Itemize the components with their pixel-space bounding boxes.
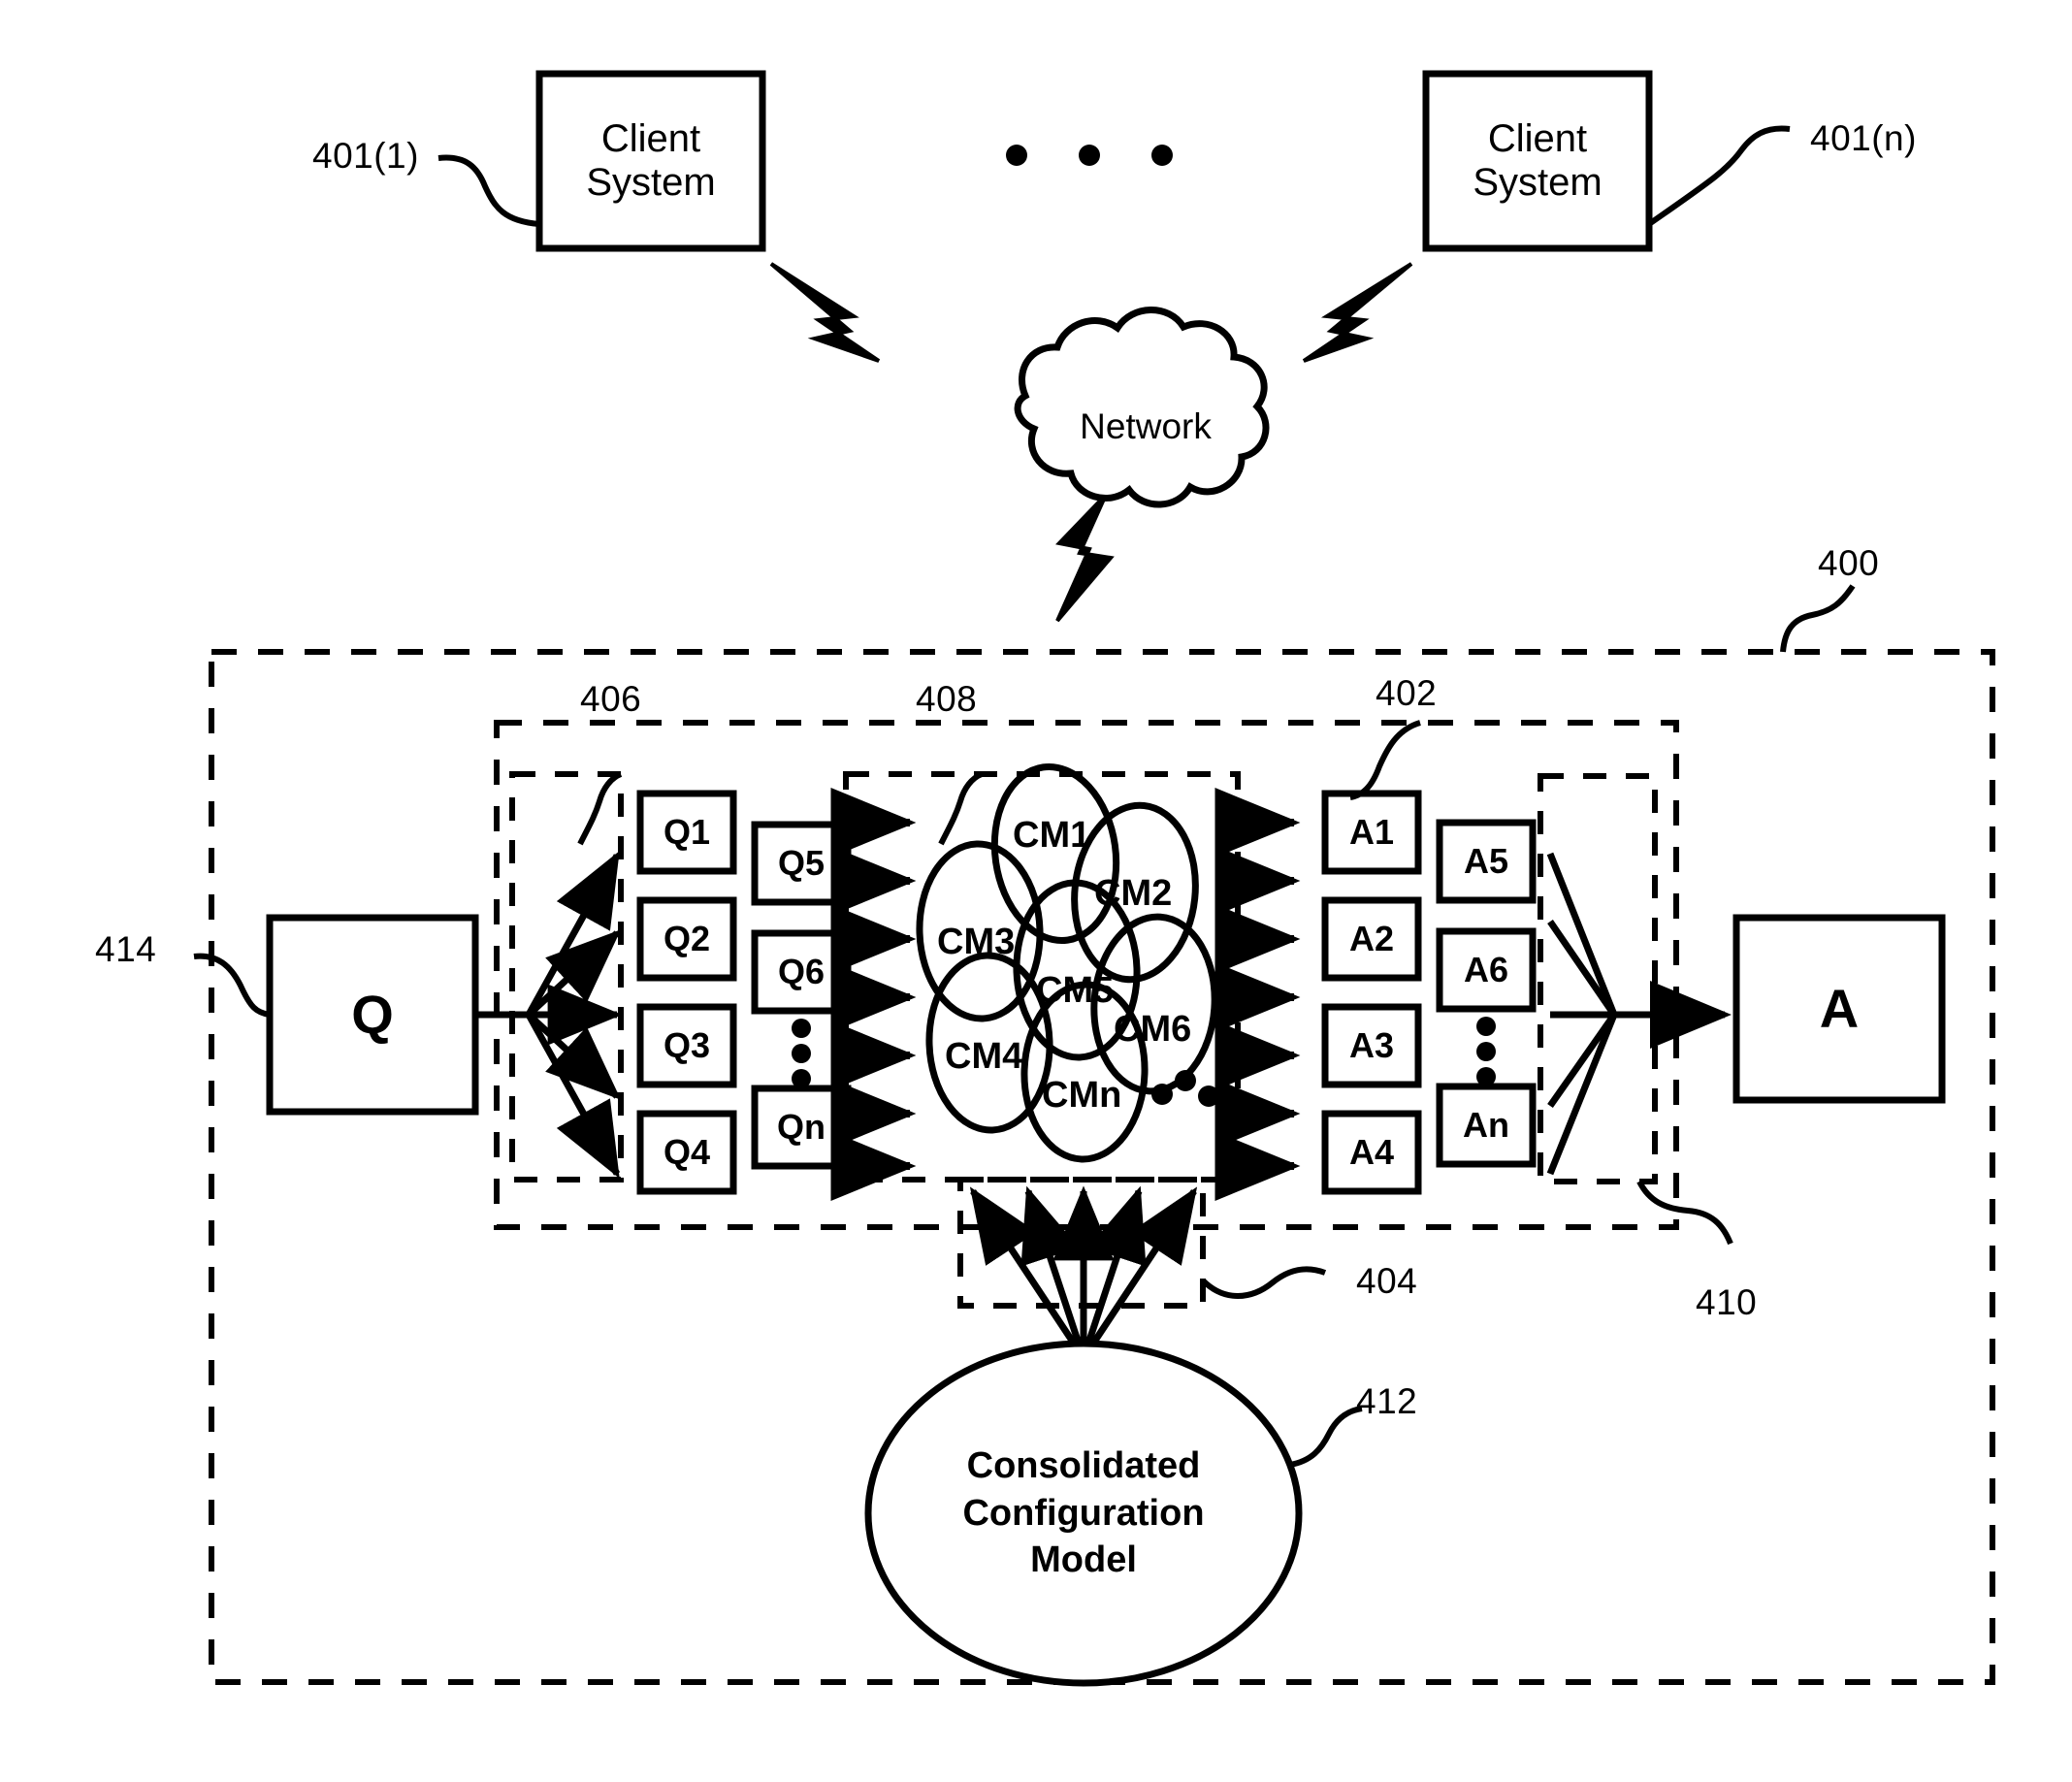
subquestion-label-4: Q4 [663,1131,711,1172]
subanswer-col2-ellipsis [1476,1017,1496,1086]
subquestion-label-3: Q3 [663,1024,711,1065]
leader-402 [1349,720,1421,800]
client-1-label-line2: System [586,161,716,204]
subanswer-label-5: A5 [1463,840,1509,881]
cm1-label: CM1 [1013,815,1091,856]
consolidated-model-label: Consolidated Configuration Model [868,1428,1299,1599]
leader-412 [1289,1406,1363,1468]
question-label: Q [351,983,394,1045]
cmn-label: CMn [1042,1075,1122,1116]
ref-401-1: 401(1) [312,136,419,176]
ref-402: 402 [1376,673,1438,713]
leader-410 [1636,1180,1733,1246]
subanswer-label-1: A1 [1348,811,1395,852]
arrows-out-of-models [1214,788,1301,1201]
subanswer-label-6: A6 [1463,949,1509,989]
client-n-label-line2: System [1473,161,1603,204]
client-1-label: Client System [539,74,762,248]
ref-410: 410 [1696,1282,1758,1322]
client-n-label-line1: Client [1487,117,1588,161]
lightning-left [769,262,881,363]
ref-404: 404 [1356,1261,1418,1301]
subanswer-label-3: A3 [1348,1024,1395,1065]
subquestion-label-1: Q1 [663,811,711,852]
clients-ellipsis-dots [1006,145,1173,166]
leader-406 [577,771,623,846]
cm5-label: CM5 [1036,970,1115,1011]
client-n-label: Client System [1426,74,1649,248]
answer-label: A [1819,977,1860,1039]
model-feed-arrows [969,1185,1198,1360]
lightning-right [1302,262,1413,363]
leader-414 [193,953,271,1018]
configuration-models-ellipsis [1151,1070,1219,1107]
subquestion-col2-ellipsis [792,1019,811,1088]
subquestion-label-6: Q6 [777,951,826,991]
consolidated-model-line3: Model [1030,1539,1137,1581]
ref-414: 414 [95,929,157,969]
leader-401-1 [437,154,540,227]
ref-412: 412 [1356,1381,1418,1421]
consolidated-model-line2: Configuration [962,1492,1205,1534]
subquestion-label-n: Qn [777,1106,826,1147]
cm6-label: CM6 [1114,1009,1192,1050]
ref-406: 406 [580,679,642,719]
ref-408: 408 [916,679,978,719]
ref-401-n: 401(n) [1810,118,1917,158]
subanswer-label-4: A4 [1348,1131,1395,1172]
cm4-label: CM4 [945,1036,1023,1077]
network-label: Network [1080,406,1212,447]
subquestion-label-5: Q5 [777,842,826,883]
client-1-label-line1: Client [600,117,701,161]
cm3-label: CM3 [937,922,1016,962]
arrows-into-models [830,788,917,1201]
ref-400: 400 [1818,543,1880,583]
subanswer-label-2: A2 [1348,918,1395,958]
cm2-label: CM2 [1094,873,1173,914]
answer-fanin-lines [1546,852,1732,1176]
consolidated-model-line1: Consolidated [966,1445,1201,1487]
figure-canvas: Client System Client System 401(1) 401(n… [0,0,2072,1782]
leader-401-n [1647,125,1791,227]
leader-400 [1780,584,1856,653]
lightning-down [1055,493,1115,623]
leader-408 [938,771,984,846]
subanswer-label-n: An [1463,1104,1509,1145]
subquestion-label-2: Q2 [663,918,711,958]
leader-404 [1200,1266,1327,1299]
